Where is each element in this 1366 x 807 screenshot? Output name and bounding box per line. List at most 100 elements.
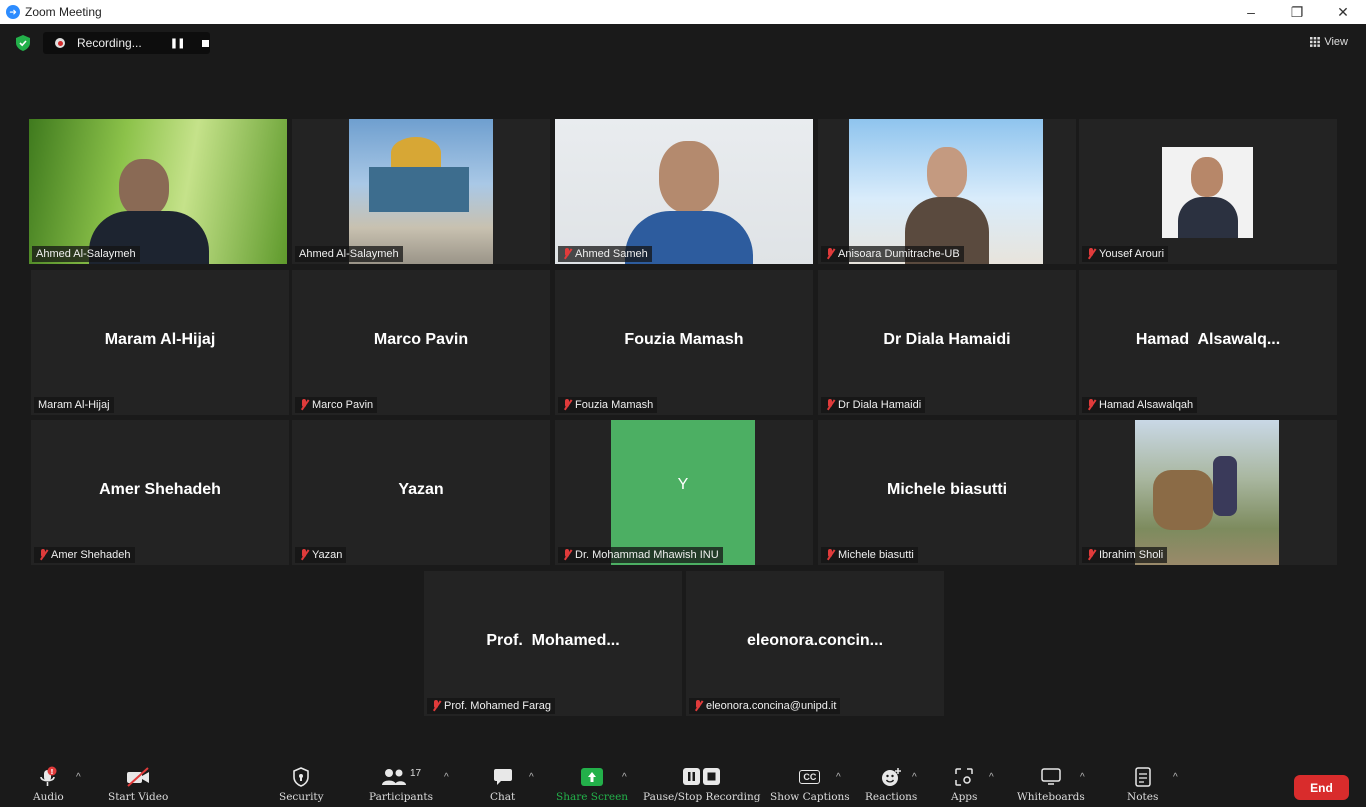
- video-tile-mohammad-mhawish[interactable]: Y Dr. Mohammad Mhawish INU: [555, 420, 813, 565]
- pause-stop-recording-icon: [682, 766, 722, 788]
- video-tile-diala-hamaidi[interactable]: Dr Diala Hamaidi Dr Diala Hamaidi: [818, 270, 1076, 415]
- share-screen-button[interactable]: Share Screen: [556, 766, 628, 803]
- participant-name-tag: Fouzia Mamash: [558, 397, 658, 413]
- participant-video: [29, 119, 287, 264]
- participant-display-name: Hamad Alsawalq...: [1135, 330, 1281, 348]
- video-tile-amer-shehadeh[interactable]: Amer Shehadeh Amer Shehadeh: [31, 420, 289, 565]
- video-tile-michele-biasutti[interactable]: Michele biasutti Michele biasutti: [818, 420, 1076, 565]
- video-tile-maram-al-hijaj[interactable]: Maram Al-Hijaj Maram Al-Hijaj: [31, 270, 289, 415]
- close-button[interactable]: ✕: [1320, 0, 1366, 24]
- participant-name-tag: Anisoara Dumitrache-UB: [821, 246, 964, 262]
- minimize-button[interactable]: –: [1228, 0, 1274, 24]
- participant-video: [555, 119, 813, 264]
- participant-display-name: eleonora.concin...: [746, 631, 884, 649]
- participants-icon: 17: [381, 766, 421, 788]
- share-screen-icon: [581, 766, 604, 788]
- video-off-icon: [125, 766, 151, 788]
- participant-name-tag: eleonora.concina@unipd.it: [689, 698, 841, 714]
- captions-options-chevron-icon[interactable]: ^: [836, 772, 841, 783]
- audio-options-chevron-icon[interactable]: ^: [76, 772, 81, 783]
- start-video-label: Start Video: [108, 791, 169, 803]
- whiteboards-options-chevron-icon[interactable]: ^: [1080, 772, 1085, 783]
- pause-recording-icon[interactable]: ❚❚: [170, 38, 186, 49]
- video-tile-fouzia-mamash[interactable]: Fouzia Mamash Fouzia Mamash: [555, 270, 813, 415]
- reactions-button[interactable]: Reactions: [865, 766, 917, 803]
- share-screen-label: Share Screen: [556, 791, 629, 803]
- participant-name-tag: Ahmed Sameh: [558, 246, 652, 262]
- participant-name-tag: Ahmed Al-Salaymeh: [295, 246, 403, 262]
- pause-stop-recording-label: Pause/Stop Recording: [643, 791, 761, 803]
- participant-display-name: Michele biasutti: [886, 480, 1008, 498]
- audio-label: Audio: [33, 791, 64, 803]
- notes-options-chevron-icon[interactable]: ^: [1173, 772, 1178, 783]
- participant-name-tag: Yousef Arouri: [1082, 246, 1169, 262]
- video-tile-eleonora-concina[interactable]: eleonora.concin... eleonora.concina@unip…: [686, 571, 944, 716]
- participants-options-chevron-icon[interactable]: ^: [444, 772, 449, 783]
- encryption-shield-icon[interactable]: [16, 35, 30, 51]
- notes-icon: [1134, 766, 1151, 788]
- chat-label: Chat: [490, 791, 516, 803]
- whiteboard-icon: [1041, 766, 1061, 788]
- muted-mic-icon: [38, 549, 48, 561]
- muted-mic-icon: [1086, 399, 1096, 411]
- video-tile-ahmed-al-salaymeh-2[interactable]: Ahmed Al-Salaymeh: [292, 119, 550, 264]
- captions-badge: CC: [799, 770, 821, 784]
- share-screen-options-chevron-icon[interactable]: ^: [622, 772, 627, 783]
- meeting-top-bar: Recording... ❚❚ View: [0, 24, 1366, 62]
- video-tile-anisoara-dumitrache[interactable]: Anisoara Dumitrache-UB: [818, 119, 1076, 264]
- security-button[interactable]: Security: [279, 766, 324, 803]
- participant-name-tag: Prof. Mohamed Farag: [427, 698, 555, 714]
- end-meeting-button[interactable]: End: [1294, 775, 1349, 800]
- muted-mic-icon: [1086, 248, 1096, 260]
- security-label: Security: [279, 791, 324, 803]
- apps-options-chevron-icon[interactable]: ^: [989, 772, 994, 783]
- recording-indicator: Recording... ❚❚: [43, 32, 210, 54]
- participant-name-tag: Amer Shehadeh: [34, 547, 135, 563]
- recording-label: Recording...: [77, 36, 142, 50]
- participant-avatar: Y: [611, 420, 755, 565]
- participant-display-name: Dr Diala Hamaidi: [883, 330, 1011, 348]
- security-shield-icon: [292, 766, 310, 788]
- recording-dot-icon: [55, 38, 65, 48]
- notes-label: Notes: [1127, 791, 1159, 803]
- video-tile-ahmed-sameh[interactable]: Ahmed Sameh: [555, 119, 813, 264]
- show-captions-label: Show Captions: [770, 791, 850, 803]
- video-tile-mohamed-farag[interactable]: Prof. Mohamed... Prof. Mohamed Farag: [424, 571, 682, 716]
- video-tile-yousef-arouri[interactable]: Yousef Arouri: [1079, 119, 1337, 264]
- participant-name-tag: Michele biasutti: [821, 547, 918, 563]
- stop-recording-icon[interactable]: [202, 39, 210, 47]
- participant-photo: [1135, 420, 1279, 565]
- zoom-logo-icon: ➜: [6, 5, 20, 19]
- whiteboards-label: Whiteboards: [1017, 791, 1085, 803]
- video-tile-hamad-alsawalqah[interactable]: Hamad Alsawalq... Hamad Alsawalqah: [1079, 270, 1337, 415]
- audio-button[interactable]: ! Audio: [33, 766, 64, 803]
- participants-button[interactable]: 17 Participants: [369, 766, 433, 804]
- participant-name-tag: Dr Diala Hamaidi: [821, 397, 926, 413]
- start-video-button[interactable]: Start Video: [108, 766, 168, 803]
- video-tile-marco-pavin[interactable]: Marco Pavin Marco Pavin: [292, 270, 550, 415]
- grid-view-icon: [1310, 37, 1321, 47]
- participant-name-tag: Dr. Mohammad Mhawish INU: [558, 547, 723, 563]
- reactions-options-chevron-icon[interactable]: ^: [912, 772, 917, 783]
- muted-mic-icon: [562, 549, 572, 561]
- video-tile-ibrahim-sholi[interactable]: Ibrahim Sholi: [1079, 420, 1337, 565]
- chat-options-chevron-icon[interactable]: ^: [529, 772, 534, 783]
- participant-name-tag: Hamad Alsawalqah: [1082, 397, 1198, 413]
- muted-mic-icon: [562, 248, 572, 260]
- participant-video: [849, 119, 1043, 264]
- video-tile-yazan[interactable]: Yazan Yazan: [292, 420, 550, 565]
- chat-button[interactable]: Chat: [490, 766, 515, 803]
- view-button[interactable]: View: [1310, 36, 1348, 48]
- pause-stop-recording-button[interactable]: Pause/Stop Recording: [643, 766, 760, 803]
- meeting-controls-toolbar: ! Audio ^ Start Video Security 17 Partic…: [0, 758, 1366, 807]
- restore-button[interactable]: ❐: [1274, 0, 1320, 24]
- video-tile-ahmed-al-salaymeh-1[interactable]: Ahmed Al-Salaymeh: [29, 119, 287, 264]
- whiteboards-button[interactable]: Whiteboards: [1017, 766, 1085, 803]
- notes-button[interactable]: Notes: [1127, 766, 1158, 803]
- apps-label: Apps: [951, 791, 978, 803]
- apps-button[interactable]: Apps: [951, 766, 977, 803]
- participant-name-tag: Marco Pavin: [295, 397, 378, 413]
- participant-display-name: Marco Pavin: [373, 330, 469, 348]
- muted-mic-icon: [825, 399, 835, 411]
- participants-count: 17: [409, 767, 422, 779]
